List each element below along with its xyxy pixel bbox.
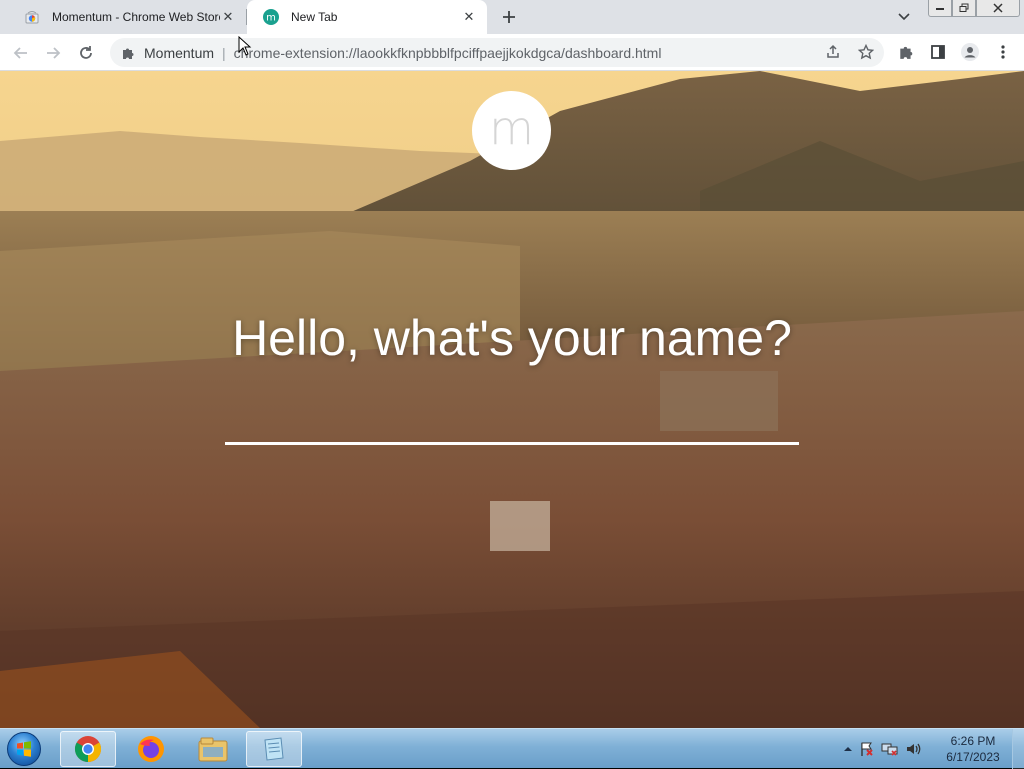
momentum-dashboard: m Hello, what's your name? [0,71,1024,728]
back-button[interactable] [8,40,34,66]
taskbar-clock[interactable]: 6:26 PM 6/17/2023 [940,733,1006,765]
star-icon [858,44,874,60]
taskbar-firefox-button[interactable] [123,731,179,767]
taskbar-file-explorer-button[interactable] [185,731,241,767]
new-tab-button[interactable] [497,5,521,29]
show-desktop-button[interactable] [1012,729,1024,769]
kebab-menu-icon [1001,45,1005,59]
close-tab-icon[interactable]: ✕ [220,9,236,25]
address-bar[interactable]: Momentum | chrome-extension://laookkfknp… [110,38,884,67]
side-panel-icon [931,45,945,59]
reload-icon [80,46,92,59]
browser-toolbar: Momentum | chrome-extension://laookkfknp… [0,34,1024,71]
firefox-icon [138,736,164,762]
volume-icon[interactable] [905,741,923,757]
chrome-menu-button[interactable] [991,40,1015,64]
bookmark-star-button[interactable] [854,40,878,64]
tab-title: Momentum - Chrome Web Store [52,10,220,24]
mouse-cursor-icon [238,36,252,56]
close-tab-icon[interactable]: ✕ [461,9,477,25]
tab-strip: Momentum - Chrome Web Store ✕ m New Tab … [0,0,1024,34]
taskbar-chrome-button[interactable] [60,731,116,767]
name-prompt-heading: Hello, what's your name? [232,310,792,366]
action-center-flag-icon[interactable] [859,741,875,757]
share-button[interactable] [821,40,845,64]
clock-time: 6:26 PM [950,734,996,748]
tab-chrome-web-store[interactable]: Momentum - Chrome Web Store ✕ [8,0,246,34]
momentum-icon: m [263,9,279,25]
file-explorer-icon [198,737,228,762]
side-panel-button[interactable] [926,40,950,64]
chrome-web-store-icon [24,9,40,25]
windows-logo-icon [7,732,41,766]
restore-window-button[interactable] [952,0,976,17]
omnibox-divider: | [222,44,226,61]
logo-letter: m [489,100,534,155]
network-icon[interactable] [881,741,899,757]
profile-button[interactable] [958,40,982,64]
show-hidden-icons-icon[interactable] [843,745,853,753]
restore-icon [959,3,969,12]
site-name-chip: Momentum [144,44,215,61]
tab-title: New Tab [291,10,338,24]
minimize-icon [936,8,944,10]
windows-taskbar: 6:26 PM 6/17/2023 [0,728,1024,769]
start-button[interactable] [4,730,44,768]
url-text: chrome-extension://laookkfknpbbblfpciffp… [233,44,662,61]
close-icon [993,3,1003,13]
close-window-button[interactable] [976,0,1020,17]
tab-search-button[interactable] [893,7,915,27]
puzzle-icon [900,46,913,59]
profile-avatar-icon [961,43,979,61]
name-input[interactable] [225,401,799,445]
tab-new-tab[interactable]: m New Tab ✕ [247,0,487,34]
clock-date: 6/17/2023 [946,750,1000,764]
share-icon [827,44,839,58]
system-tray [843,735,923,763]
back-arrow-icon [13,47,27,59]
taskbar-notepad-button[interactable] [246,731,302,767]
minimize-window-button[interactable] [928,0,952,17]
momentum-logo: m [472,91,551,170]
chrome-icon [74,736,102,763]
reload-button[interactable] [73,40,99,66]
forward-arrow-icon [47,47,61,59]
extensions-button[interactable] [894,40,918,64]
chevron-down-icon [898,13,910,21]
plus-icon [503,11,515,23]
forward-button[interactable] [40,40,66,66]
extension-puzzle-icon [120,45,136,61]
notepad-icon [264,737,284,761]
svg-text:m: m [266,13,276,24]
